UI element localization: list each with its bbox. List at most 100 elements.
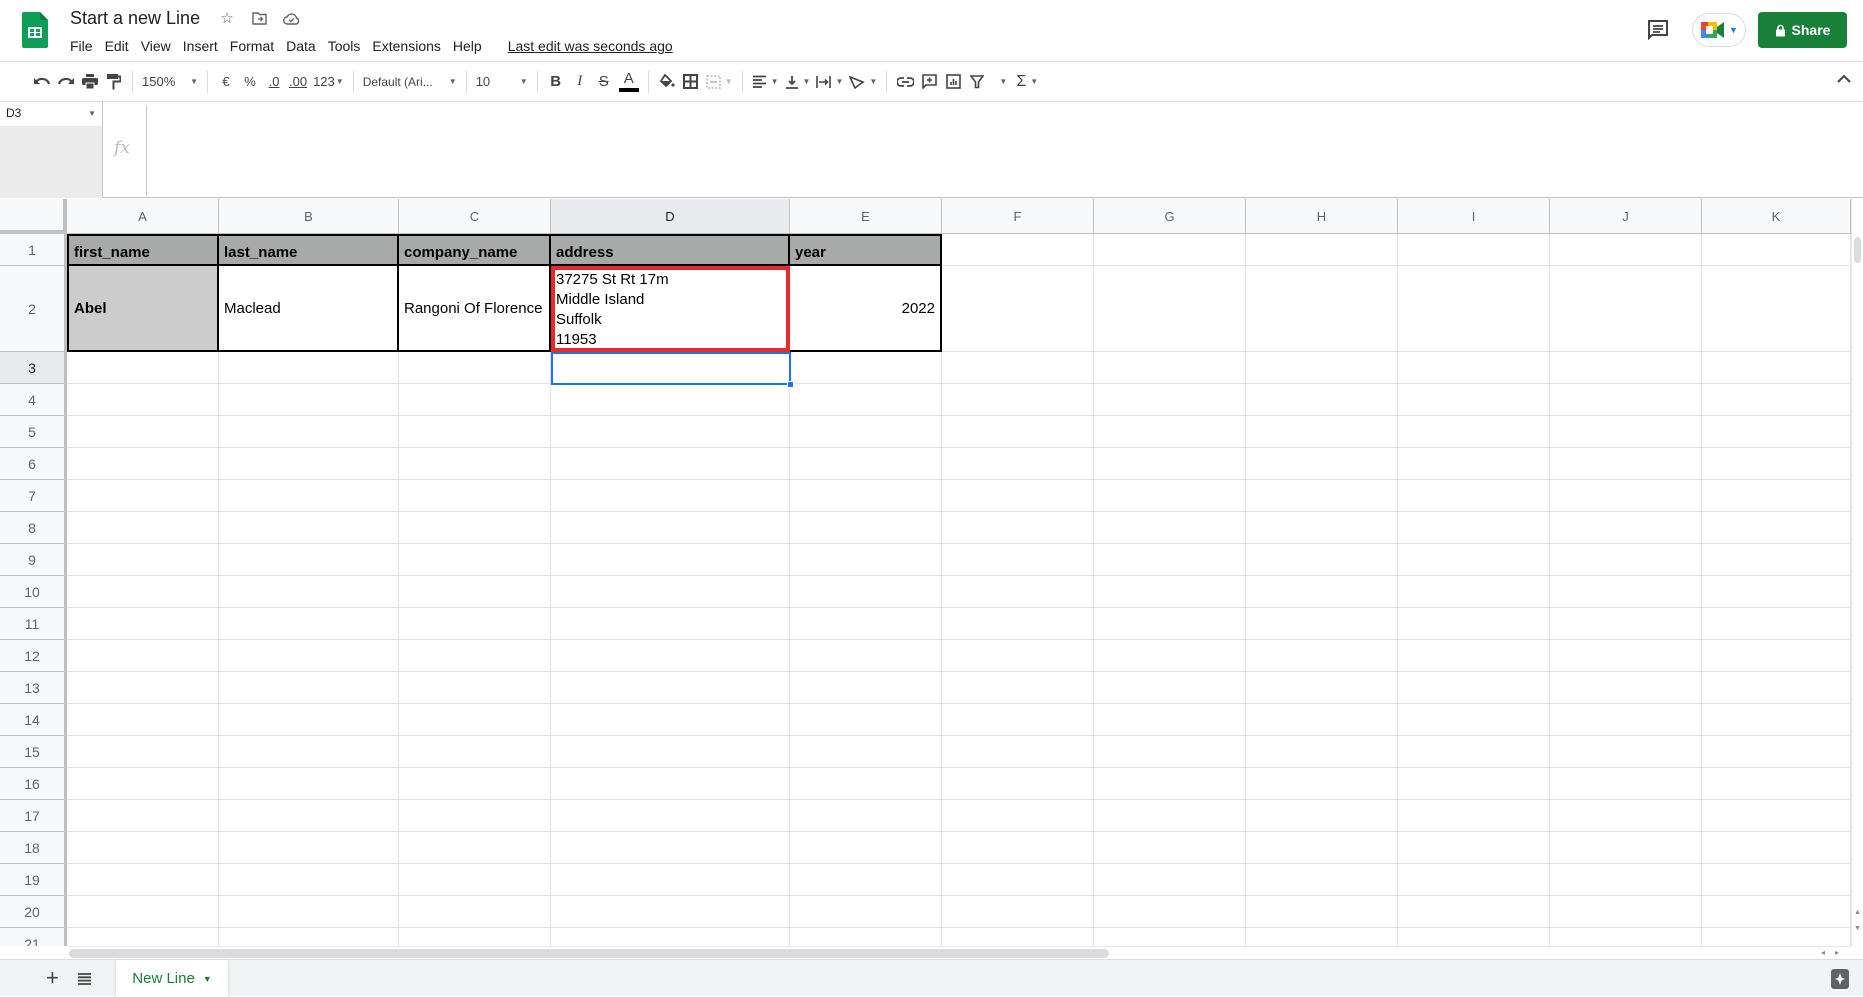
- last-edit-link[interactable]: Last edit was seconds ago: [502, 36, 679, 56]
- cell-a19[interactable]: [67, 864, 219, 896]
- meet-button[interactable]: ▼: [1692, 13, 1746, 47]
- cell-a16[interactable]: [67, 768, 219, 800]
- cell-g3[interactable]: [1094, 352, 1246, 384]
- cell-d12[interactable]: [551, 640, 790, 672]
- move-to-folder-icon[interactable]: [250, 9, 268, 27]
- column-header-a[interactable]: A: [67, 199, 219, 234]
- cell-e11[interactable]: [790, 608, 942, 640]
- strikethrough-button[interactable]: S: [592, 69, 616, 95]
- row-header-1[interactable]: 1: [0, 234, 67, 266]
- cell-a12[interactable]: [67, 640, 219, 672]
- cell-g21[interactable]: [1094, 928, 1246, 946]
- row-header-11[interactable]: 11: [0, 608, 67, 640]
- text-wrapping-icon[interactable]: ▼: [813, 69, 846, 95]
- cell-k5[interactable]: [1702, 416, 1851, 448]
- cell-g15[interactable]: [1094, 736, 1246, 768]
- cell-d3[interactable]: [551, 352, 790, 384]
- cell-g8[interactable]: [1094, 512, 1246, 544]
- column-header-j[interactable]: J: [1550, 199, 1702, 234]
- menu-format[interactable]: Format: [224, 36, 280, 56]
- cell-d16[interactable]: [551, 768, 790, 800]
- cell-g6[interactable]: [1094, 448, 1246, 480]
- cell-h5[interactable]: [1246, 416, 1398, 448]
- cell-b14[interactable]: [219, 704, 399, 736]
- cell-c7[interactable]: [399, 480, 551, 512]
- cell-h19[interactable]: [1246, 864, 1398, 896]
- row-header-12[interactable]: 12: [0, 640, 67, 672]
- cell-d18[interactable]: [551, 832, 790, 864]
- cell-g1[interactable]: [1094, 234, 1246, 266]
- cell-k17[interactable]: [1702, 800, 1851, 832]
- cell-d8[interactable]: [551, 512, 790, 544]
- cell-h14[interactable]: [1246, 704, 1398, 736]
- cell-j7[interactable]: [1550, 480, 1702, 512]
- star-icon[interactable]: ☆: [218, 9, 236, 27]
- cell-b21[interactable]: [219, 928, 399, 946]
- cell-i1[interactable]: [1398, 234, 1550, 266]
- cell-f15[interactable]: [942, 736, 1094, 768]
- cell-g16[interactable]: [1094, 768, 1246, 800]
- cell-a5[interactable]: [67, 416, 219, 448]
- sheets-logo-icon[interactable]: [22, 12, 48, 48]
- cell-b8[interactable]: [219, 512, 399, 544]
- cell-h18[interactable]: [1246, 832, 1398, 864]
- functions-button[interactable]: Σ ▼: [1013, 69, 1041, 95]
- cell-b20[interactable]: [219, 896, 399, 928]
- cell-a9[interactable]: [67, 544, 219, 576]
- cell-i8[interactable]: [1398, 512, 1550, 544]
- cell-i16[interactable]: [1398, 768, 1550, 800]
- cell-g10[interactable]: [1094, 576, 1246, 608]
- merge-cells-icon[interactable]: ▼: [703, 69, 736, 95]
- cell-a6[interactable]: [67, 448, 219, 480]
- cell-j3[interactable]: [1550, 352, 1702, 384]
- cell-h2[interactable]: [1246, 266, 1398, 352]
- filter-icon[interactable]: [965, 69, 989, 95]
- cell-b11[interactable]: [219, 608, 399, 640]
- vertical-scroll-thumb[interactable]: [1854, 237, 1861, 263]
- row-header-18[interactable]: 18: [0, 832, 67, 864]
- cell-a14[interactable]: [67, 704, 219, 736]
- cell-k14[interactable]: [1702, 704, 1851, 736]
- cell-a18[interactable]: [67, 832, 219, 864]
- cell-d15[interactable]: [551, 736, 790, 768]
- column-header-k[interactable]: K: [1702, 199, 1851, 234]
- row-header-21[interactable]: 21: [0, 928, 67, 946]
- menu-file[interactable]: File: [64, 36, 99, 56]
- cell-d6[interactable]: [551, 448, 790, 480]
- cell-h1[interactable]: [1246, 234, 1398, 266]
- increase-decimal-button[interactable]: .00: [286, 69, 310, 95]
- font-select[interactable]: Default (Ari... ▼: [360, 69, 460, 95]
- decrease-decimal-button[interactable]: .0: [262, 69, 286, 95]
- cell-b18[interactable]: [219, 832, 399, 864]
- cell-f9[interactable]: [942, 544, 1094, 576]
- paint-format-icon[interactable]: [102, 69, 126, 95]
- cell-i6[interactable]: [1398, 448, 1550, 480]
- menu-edit[interactable]: Edit: [99, 36, 135, 56]
- cell-b15[interactable]: [219, 736, 399, 768]
- cell-f18[interactable]: [942, 832, 1094, 864]
- cell-c18[interactable]: [399, 832, 551, 864]
- italic-button[interactable]: I: [568, 69, 592, 95]
- cell-a4[interactable]: [67, 384, 219, 416]
- cell-c20[interactable]: [399, 896, 551, 928]
- cell-h6[interactable]: [1246, 448, 1398, 480]
- text-color-button[interactable]: A: [616, 69, 642, 95]
- header-cell-e1[interactable]: year: [790, 234, 942, 266]
- column-header-d[interactable]: D: [551, 199, 790, 234]
- cell-i18[interactable]: [1398, 832, 1550, 864]
- cell-c8[interactable]: [399, 512, 551, 544]
- cell-i19[interactable]: [1398, 864, 1550, 896]
- cell-a10[interactable]: [67, 576, 219, 608]
- cell-c14[interactable]: [399, 704, 551, 736]
- cell-b12[interactable]: [219, 640, 399, 672]
- row-header-2[interactable]: 2: [0, 266, 67, 352]
- cell-a20[interactable]: [67, 896, 219, 928]
- cell-e2[interactable]: 2022: [790, 266, 942, 352]
- column-header-b[interactable]: B: [219, 199, 399, 234]
- cell-i9[interactable]: [1398, 544, 1550, 576]
- cell-i13[interactable]: [1398, 672, 1550, 704]
- cell-c2[interactable]: Rangoni Of Florence: [399, 266, 551, 352]
- cell-c9[interactable]: [399, 544, 551, 576]
- cell-f16[interactable]: [942, 768, 1094, 800]
- cell-a17[interactable]: [67, 800, 219, 832]
